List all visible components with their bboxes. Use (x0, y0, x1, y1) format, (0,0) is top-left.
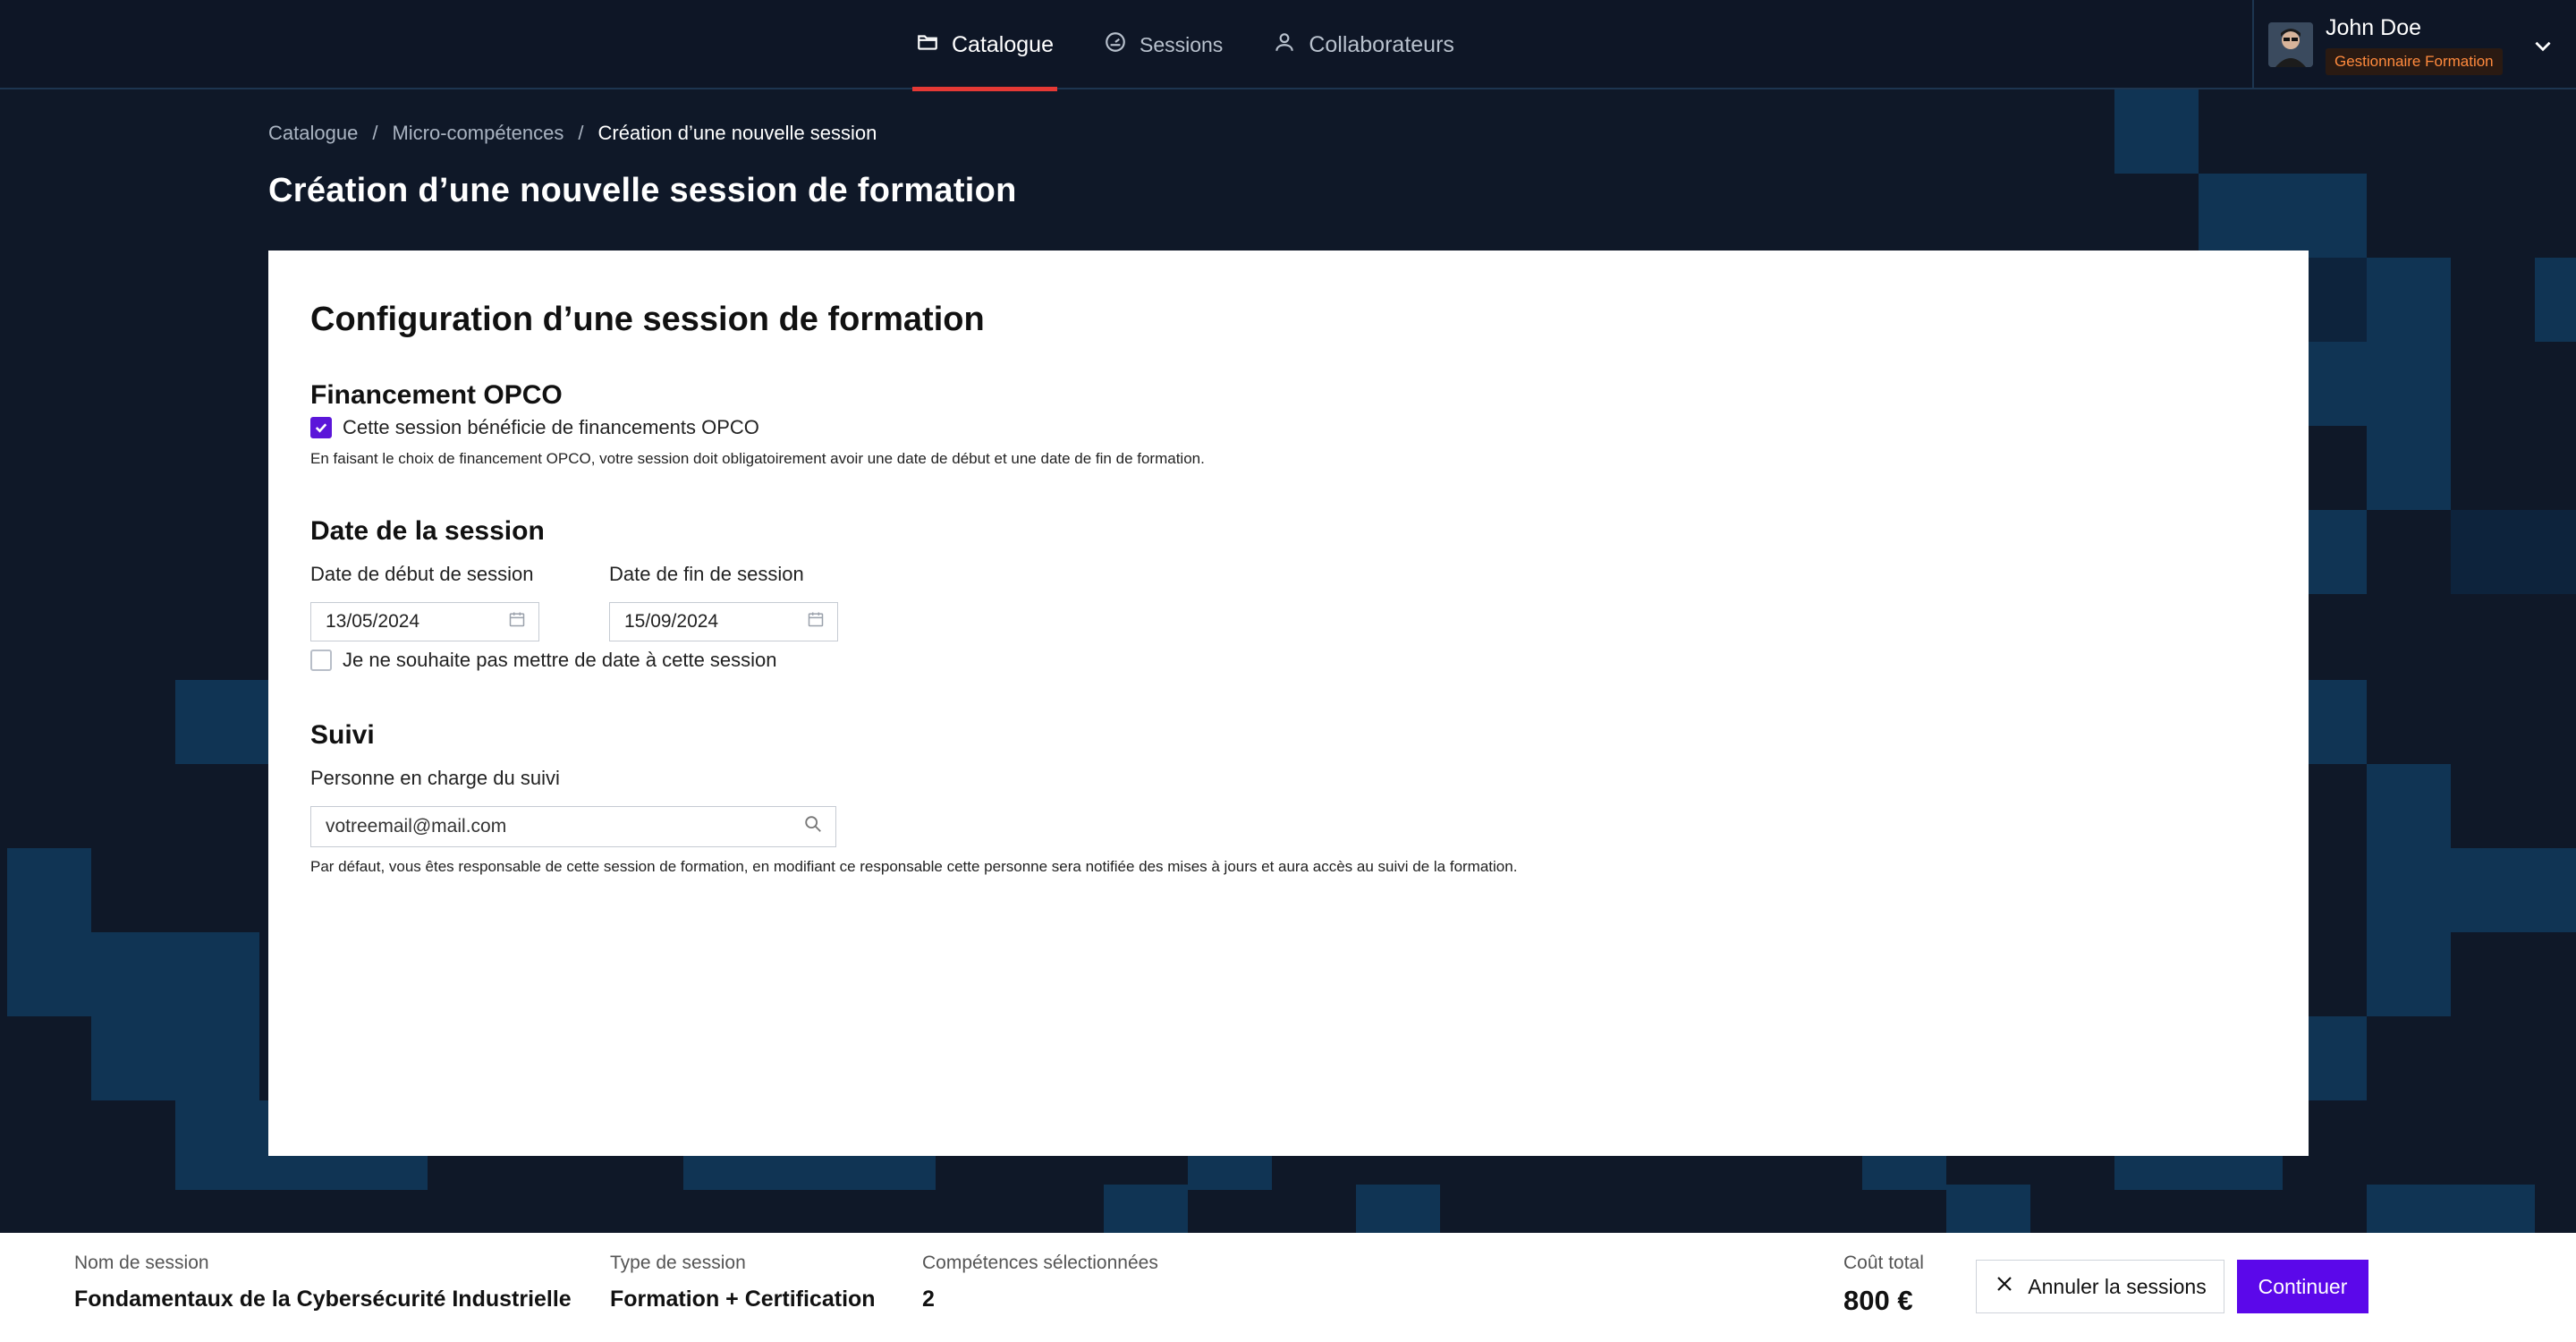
search-icon[interactable] (803, 814, 823, 839)
nav-tab-label: Collaborateurs (1309, 31, 1454, 57)
no-date-checkbox-row[interactable]: Je ne souhaite pas mettre de date à cett… (310, 649, 2267, 672)
session-type-label: Type de session (610, 1253, 746, 1273)
user-name: John Doe (2326, 14, 2422, 40)
user-role-badge: Gestionnaire Formation (2326, 47, 2503, 75)
main-nav: Catalogue Sessions Collaborateurs (912, 0, 1458, 91)
nav-tab-collaborateurs[interactable]: Collaborateurs (1269, 0, 1458, 89)
folder-icon (916, 30, 939, 60)
date-fields-row: Date de début de session 13/05/2024 Date… (310, 563, 2267, 641)
suivi-section-title: Suivi (310, 720, 375, 750)
end-date-input[interactable]: 15/09/2024 (609, 602, 838, 641)
opco-checkbox-label: Cette session bénéficie de financements … (343, 416, 759, 438)
breadcrumb-item-current: Création d’une nouvelle session (597, 122, 877, 144)
breadcrumb-item-catalogue[interactable]: Catalogue (268, 122, 358, 145)
no-date-checkbox-label: Je ne souhaite pas mettre de date à cett… (343, 649, 777, 671)
cost-label: Coût total (1843, 1253, 1924, 1273)
footer-session-name: Nom de session Fondamentaux de la Cybers… (74, 1253, 572, 1312)
user-icon (1273, 30, 1296, 60)
opco-section-title: Financement OPCO (310, 380, 563, 410)
start-date-value: 13/05/2024 (326, 611, 420, 632)
user-menu[interactable]: John Doe Gestionnaire Formation (2252, 0, 2576, 89)
suivi-helper-text: Par défaut, vous êtes responsable de cet… (310, 858, 1518, 875)
page-title: Création d’une nouvelle session de forma… (268, 172, 1017, 209)
footer-session-type: Type de session Formation + Certificatio… (610, 1253, 876, 1312)
opco-section: Financement OPCO Cette session bénéficie… (310, 380, 2267, 468)
breadcrumb-separator: / (372, 122, 378, 144)
footer-skills: Compétences sélectionnées 2 (922, 1253, 1158, 1312)
calendar-icon[interactable] (508, 610, 526, 633)
end-date-label: Date de fin de session (609, 563, 804, 585)
chevron-down-icon[interactable] (2531, 34, 2555, 57)
session-name-label: Nom de session (74, 1253, 209, 1273)
session-summary-footer: Nom de session Fondamentaux de la Cybers… (0, 1233, 2576, 1342)
top-navigation-bar: Catalogue Sessions Collaborateurs John D… (0, 0, 2576, 91)
nav-tab-catalogue[interactable]: Catalogue (912, 0, 1057, 91)
card-title: Configuration d’une session de formation (310, 301, 985, 338)
breadcrumb: Catalogue / Micro-compétences / Création… (268, 122, 877, 145)
cancel-session-button[interactable]: Annuler la sessions (1976, 1260, 2224, 1313)
continue-button[interactable]: Continuer (2237, 1260, 2368, 1313)
user-info: John Doe Gestionnaire Formation (2326, 15, 2503, 75)
session-type-value: Formation + Certification (610, 1287, 876, 1312)
no-date-checkbox[interactable] (310, 650, 332, 671)
start-date-group: Date de début de session 13/05/2024 (310, 563, 539, 641)
suivi-field-label: Personne en charge du suivi (310, 767, 560, 789)
avatar (2268, 22, 2313, 67)
start-date-label: Date de début de session (310, 563, 534, 585)
cost-value: 800 € (1843, 1285, 1913, 1316)
start-date-input[interactable]: 13/05/2024 (310, 602, 539, 641)
suivi-email-input[interactable]: votreemail@mail.com (310, 806, 836, 847)
end-date-group: Date de fin de session 15/09/2024 (609, 563, 838, 641)
nav-tab-label: Catalogue (952, 31, 1054, 57)
skills-label: Compétences sélectionnées (922, 1253, 1158, 1273)
opco-checkbox-row[interactable]: Cette session bénéficie de financements … (310, 416, 2267, 439)
skills-value: 2 (922, 1287, 935, 1312)
suivi-section: Suivi Personne en charge du suivi votree… (310, 720, 2267, 876)
breadcrumb-separator: / (578, 122, 584, 144)
close-icon (1994, 1273, 2015, 1300)
footer-cost: Coût total 800 € (1843, 1253, 1924, 1317)
breadcrumb-item-micro-competences[interactable]: Micro-compétences (392, 122, 564, 145)
suivi-email-placeholder: votreemail@mail.com (326, 816, 507, 837)
dates-section-title: Date de la session (310, 516, 545, 546)
session-config-card: Configuration d’une session de formation… (268, 251, 2309, 1156)
opco-checkbox[interactable] (310, 417, 332, 438)
cancel-session-label: Annuler la sessions (2028, 1274, 2207, 1298)
end-date-value: 15/09/2024 (624, 611, 719, 632)
calendar-icon[interactable] (807, 610, 825, 633)
session-name-value: Fondamentaux de la Cybersécurité Industr… (74, 1287, 572, 1312)
nav-tab-label: Sessions (1139, 32, 1224, 56)
opco-helper-text: En faisant le choix de financement OPCO,… (310, 450, 1205, 467)
nav-tab-sessions[interactable]: Sessions (1100, 0, 1226, 89)
gauge-icon (1104, 30, 1127, 59)
dates-section: Date de la session Date de début de sess… (310, 516, 2267, 672)
